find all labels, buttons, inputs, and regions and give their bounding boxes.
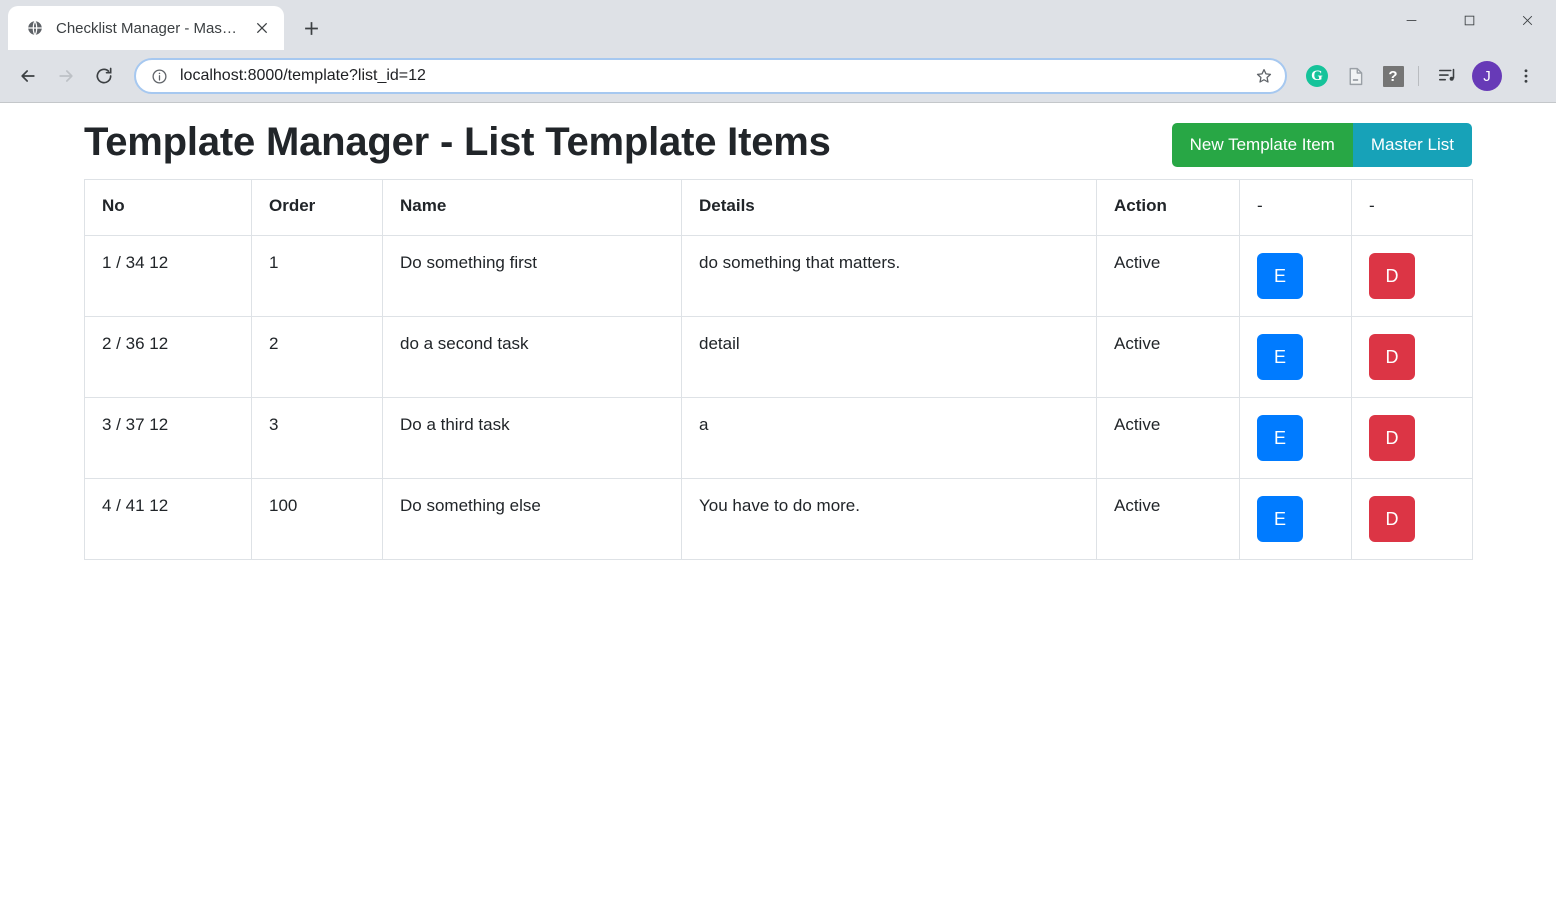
cell-no: 2 / 36 12 — [84, 316, 252, 398]
three-dot-menu-icon[interactable] — [1510, 60, 1542, 92]
question-extension-icon[interactable]: ? — [1377, 60, 1409, 92]
tab-title: Checklist Manager - MasterList — [56, 20, 238, 36]
cell-edit: E — [1239, 235, 1352, 317]
cell-name: do a second task — [382, 316, 682, 398]
browser-toolbar: localhost:8000/template?list_id=12 G ? J — [0, 50, 1556, 102]
new-template-item-button[interactable]: New Template Item — [1171, 123, 1353, 167]
table-row: 3 / 37 12 3 Do a third task a Active E D — [84, 397, 1473, 479]
cell-no: 3 / 37 12 — [84, 397, 252, 479]
cell-delete: D — [1351, 478, 1473, 560]
delete-button[interactable]: D — [1369, 334, 1415, 380]
cell-name: Do something else — [382, 478, 682, 560]
browser-chrome: Checklist Manager - MasterList — [0, 0, 1556, 103]
edit-button[interactable]: E — [1257, 334, 1303, 380]
edit-button[interactable]: E — [1257, 253, 1303, 299]
browser-tab[interactable]: Checklist Manager - MasterList — [8, 6, 284, 50]
template-items-table: No Order Name Details Action - - 1 / 34 … — [84, 179, 1473, 560]
cell-name: Do a third task — [382, 397, 682, 479]
window-controls — [1382, 0, 1556, 40]
maximize-icon[interactable] — [1440, 0, 1498, 40]
column-header-edit: - — [1239, 179, 1352, 236]
cell-edit: E — [1239, 478, 1352, 560]
toolbar-divider — [1418, 66, 1419, 86]
close-icon[interactable] — [250, 16, 274, 40]
column-header-name: Name — [382, 179, 682, 236]
page-header: Template Manager - List Template Items N… — [84, 103, 1472, 171]
cell-no: 1 / 34 12 — [84, 235, 252, 317]
delete-button[interactable]: D — [1369, 496, 1415, 542]
tab-strip: Checklist Manager - MasterList — [0, 0, 1556, 50]
cell-order: 2 — [251, 316, 383, 398]
delete-button[interactable]: D — [1369, 415, 1415, 461]
document-extension-icon[interactable] — [1339, 60, 1371, 92]
url-text: localhost:8000/template?list_id=12 — [180, 68, 426, 84]
cell-details: detail — [681, 316, 1097, 398]
grammarly-extension-icon[interactable]: G — [1301, 60, 1333, 92]
column-header-no: No — [84, 179, 252, 236]
cell-delete: D — [1351, 397, 1473, 479]
back-arrow-icon[interactable] — [10, 58, 46, 94]
table-row: 4 / 41 12 100 Do something else You have… — [84, 478, 1473, 560]
avatar[interactable]: J — [1472, 61, 1502, 91]
address-bar[interactable]: localhost:8000/template?list_id=12 — [134, 58, 1287, 94]
grammarly-glyph: G — [1306, 65, 1328, 87]
globe-icon — [26, 19, 44, 37]
window-close-icon[interactable] — [1498, 0, 1556, 40]
cell-details: You have to do more. — [681, 478, 1097, 560]
table-row: 2 / 36 12 2 do a second task detail Acti… — [84, 316, 1473, 398]
delete-button[interactable]: D — [1369, 253, 1415, 299]
cell-delete: D — [1351, 235, 1473, 317]
table-header-row: No Order Name Details Action - - — [84, 179, 1473, 236]
table-row: 1 / 34 12 1 Do something first do someth… — [84, 235, 1473, 317]
minimize-icon[interactable] — [1382, 0, 1440, 40]
header-action-buttons: New Template Item Master List — [1171, 123, 1472, 167]
cell-edit: E — [1239, 397, 1352, 479]
edit-button[interactable]: E — [1257, 415, 1303, 461]
cell-edit: E — [1239, 316, 1352, 398]
cell-status: Active — [1096, 397, 1240, 479]
column-header-order: Order — [251, 179, 383, 236]
plus-icon[interactable] — [294, 11, 328, 45]
info-circle-icon[interactable] — [148, 65, 170, 87]
cell-status: Active — [1096, 235, 1240, 317]
cell-status: Active — [1096, 478, 1240, 560]
template-items-table-wrapper: No Order Name Details Action - - 1 / 34 … — [84, 179, 1473, 560]
cell-delete: D — [1351, 316, 1473, 398]
edit-button[interactable]: E — [1257, 496, 1303, 542]
cell-order: 3 — [251, 397, 383, 479]
question-glyph: ? — [1382, 65, 1404, 87]
cell-order: 1 — [251, 235, 383, 317]
column-header-delete: - — [1351, 179, 1473, 236]
cell-no: 4 / 41 12 — [84, 478, 252, 560]
star-icon[interactable] — [1249, 61, 1279, 91]
cell-status: Active — [1096, 316, 1240, 398]
master-list-button[interactable]: Master List — [1352, 123, 1472, 167]
media-playlist-icon[interactable] — [1432, 60, 1464, 92]
cell-details: do something that matters. — [681, 235, 1097, 317]
column-header-details: Details — [681, 179, 1097, 236]
cell-name: Do something first — [382, 235, 682, 317]
cell-details: a — [681, 397, 1097, 479]
page-title: Template Manager - List Template Items — [84, 120, 831, 164]
cell-order: 100 — [251, 478, 383, 560]
forward-arrow-icon[interactable] — [48, 58, 84, 94]
page-content: Template Manager - List Template Items N… — [0, 103, 1556, 918]
column-header-action: Action — [1096, 179, 1240, 236]
reload-icon[interactable] — [86, 58, 122, 94]
